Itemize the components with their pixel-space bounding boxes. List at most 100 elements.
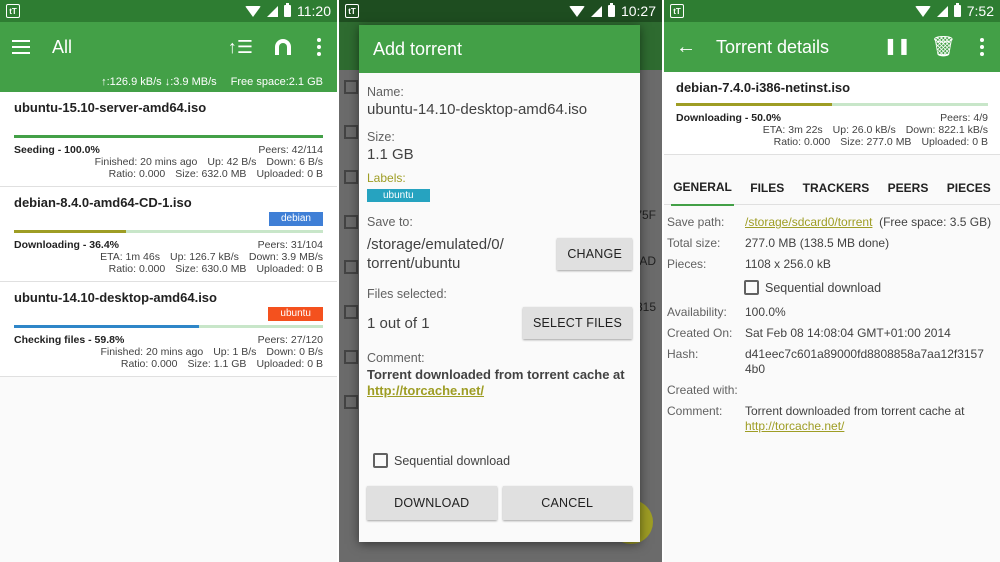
size-value: 1.1 GB — [367, 146, 414, 163]
app-icon: tT — [6, 4, 20, 18]
select-files-button[interactable]: SELECT FILES — [522, 307, 632, 339]
created-on-key: Created On: — [667, 326, 733, 340]
magnet-icon[interactable] — [275, 39, 291, 55]
peers-count: Peers: 4/9 — [940, 112, 988, 124]
comment-key: Comment: — [667, 404, 723, 418]
status-time: 11:20 — [297, 3, 331, 19]
torrent-stat: Finished: 20 mins ago — [100, 346, 204, 358]
torrent-stat: Uploaded: 0 B — [256, 168, 323, 180]
sequential-checkbox[interactable] — [373, 453, 388, 468]
add-torrent-screen: tT 10:27 75F AD 315 Add torrent Name: ub… — [339, 0, 662, 562]
more-options-icon[interactable] — [976, 38, 988, 56]
torrent-stat: Size: 1.1 GB — [187, 358, 247, 370]
torrent-stat: Down: 3.9 MB/s — [248, 251, 323, 263]
download-speed: Down: 822.1 kB/s — [905, 124, 988, 136]
torrent-item[interactable]: ubuntu-15.10-server-amd64.iso Seeding - … — [0, 92, 337, 187]
created-with — [745, 383, 997, 398]
torrent-stat: Down: 6 B/s — [266, 156, 323, 168]
hash: d41eec7c601a89000fd8808858a7aa12f3157 4b… — [745, 347, 984, 376]
torrent-summary: debian-7.4.0-i386-netinst.iso Downloadin… — [664, 72, 1000, 155]
tab-general[interactable]: GENERAL — [671, 170, 734, 206]
pieces-key: Pieces: — [667, 257, 707, 271]
torrent-state: Checking files - 59.8% — [14, 334, 125, 346]
torrent-details-screen: tT 7:52 ← Torrent details ❚❚ 🗑 debian-7.… — [664, 0, 1000, 562]
pieces: 1108 x 256.0 kB — [745, 257, 831, 271]
torrent-item[interactable]: ubuntu-14.10-desktop-amd64.iso ubuntu Ch… — [0, 282, 337, 377]
torrent-stat: Up: 42 B/s — [207, 156, 257, 168]
comment-link[interactable]: http://torcache.net/ — [367, 383, 484, 398]
comment-link[interactable]: http://torcache.net/ — [745, 419, 844, 433]
save-path-link[interactable]: /storage/sdcard0/torrent — [745, 215, 872, 229]
battery-icon — [607, 3, 615, 17]
tab-files[interactable]: FILES — [748, 171, 786, 205]
cancel-button[interactable]: CANCEL — [502, 486, 632, 520]
torrent-stat: Up: 126.7 kB/s — [170, 251, 239, 263]
menu-icon[interactable] — [12, 40, 30, 54]
torrent-stat: Up: 1 B/s — [213, 346, 257, 358]
change-button[interactable]: CHANGE — [557, 238, 632, 270]
files-selected-value: 1 out of 1 — [367, 314, 430, 332]
comment-text: Torrent downloaded from torrent cache at… — [367, 367, 632, 399]
peers-count: Peers: 31/104 — [257, 239, 323, 251]
free-space: (Free space: 3.5 GB) — [879, 215, 992, 229]
general-details: Save path: /storage/sdcard0/torrent (Fre… — [664, 205, 1000, 434]
peers-count: Peers: 42/114 — [258, 144, 323, 156]
torrent-stat: Ratio: 0.000 — [108, 263, 166, 275]
comment-text: Torrent downloaded from torrent cache at — [745, 404, 965, 418]
hash-key: Hash: — [667, 347, 699, 361]
wifi-icon — [245, 5, 261, 17]
torrent-stat: Uploaded: 0 B — [256, 358, 323, 370]
eta: ETA: 3m 22s — [762, 124, 823, 136]
size-label: Size: — [367, 130, 395, 144]
progress-bar — [14, 135, 323, 138]
battery-icon — [284, 3, 291, 17]
save-path: /storage/emulated/0/ torrent/ubuntu — [367, 236, 504, 272]
free-space: Free space:2.1 GB — [230, 76, 323, 88]
torrent-list-screen: tT 11:20 All ↑☰ ↑:126.9 kB/s ↓:3.9 MB/s … — [0, 0, 337, 562]
pause-icon[interactable]: ❚❚ — [884, 39, 911, 55]
more-options-icon[interactable] — [313, 38, 325, 56]
app-bar: All ↑☰ — [0, 22, 337, 72]
tab-trackers[interactable]: TRACKERS — [801, 171, 872, 205]
signal-icon — [936, 5, 948, 17]
torrent-name: debian-7.4.0-i386-netinst.iso — [676, 80, 851, 95]
progress-bar — [14, 230, 323, 233]
tab-pieces[interactable]: PIECES — [945, 171, 993, 205]
torrent-stat: Size: 632.0 MB — [175, 168, 247, 180]
ratio: Ratio: 0.000 — [773, 136, 831, 148]
files-selected-label: Files selected: — [367, 287, 447, 301]
signal-icon — [267, 5, 278, 17]
labels-link[interactable]: Labels: — [367, 171, 632, 185]
wifi-icon — [914, 5, 931, 17]
total-size: 277.0 MB (138.5 MB done) — [745, 236, 890, 250]
name-label: Name: — [367, 85, 404, 99]
back-arrow-icon[interactable]: ← — [676, 37, 696, 57]
background-checkboxes — [344, 80, 358, 440]
trash-icon[interactable]: 🗑 — [931, 37, 956, 57]
created-on: Sat Feb 08 14:08:04 GMT+01:00 2014 — [745, 326, 951, 340]
download-button[interactable]: DOWNLOAD — [367, 486, 497, 520]
background-text: AD — [639, 254, 656, 268]
size: Size: 277.0 MB — [840, 136, 912, 148]
label-chip[interactable]: ubuntu — [367, 189, 430, 202]
torrent-list: ubuntu-15.10-server-amd64.iso Seeding - … — [0, 92, 337, 377]
status-time: 7:52 — [966, 3, 994, 19]
tab-peers[interactable]: PEERS — [886, 171, 931, 205]
sequential-label: Sequential download — [394, 453, 511, 468]
status-time: 10:27 — [620, 3, 656, 19]
torrent-name: ubuntu-14.10-desktop-amd64.iso — [14, 290, 217, 305]
save-to-label: Save to: — [367, 215, 413, 229]
add-torrent-dialog: Add torrent Name: ubuntu-14.10-desktop-a… — [359, 25, 640, 542]
sort-icon[interactable]: ↑☰ — [228, 38, 253, 56]
progress-bar — [676, 103, 988, 106]
peers-count: Peers: 27/120 — [257, 334, 323, 346]
torrent-stat: ETA: 1m 46s — [100, 251, 160, 263]
torrent-label-tag: ubuntu — [268, 307, 323, 321]
progress-bar — [14, 325, 323, 328]
sequential-checkbox[interactable] — [744, 280, 759, 295]
torrent-item[interactable]: debian-8.4.0-amd64-CD-1.iso debian Downl… — [0, 187, 337, 282]
torrent-state: Downloading - 36.4% — [14, 239, 120, 251]
torrent-stat: Ratio: 0.000 — [108, 168, 166, 180]
detail-tabs: GENERAL FILES TRACKERS PEERS PIECES — [664, 170, 1000, 206]
torrent-name: ubuntu-15.10-server-amd64.iso — [14, 100, 207, 115]
